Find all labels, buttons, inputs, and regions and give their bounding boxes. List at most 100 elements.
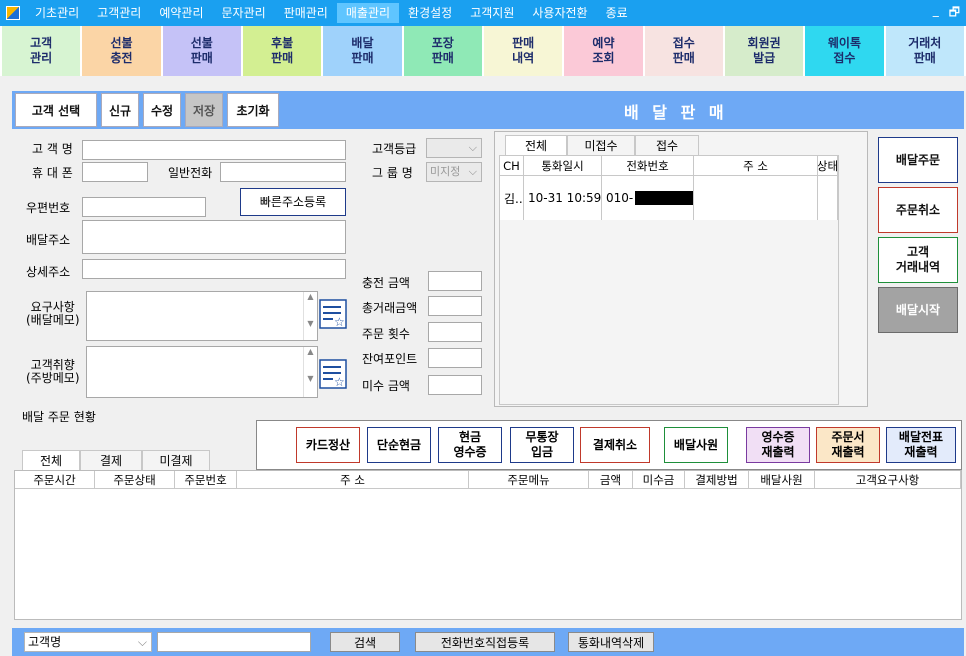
phone-input[interactable] xyxy=(220,162,346,182)
request-scrollbar[interactable]: ▲ ▼ xyxy=(303,292,317,340)
select-customer-button[interactable]: 고객 선택 xyxy=(15,93,97,127)
quick-tile[interactable]: 배달 판매 xyxy=(323,26,402,76)
svg-text:☆: ☆ xyxy=(334,315,345,329)
order-action-button[interactable]: 영수증 재출력 xyxy=(746,427,810,463)
points-value xyxy=(428,348,482,368)
column-header: 주 소 xyxy=(237,471,469,488)
quick-tile[interactable]: 거래처 판매 xyxy=(885,26,964,76)
order-action-button[interactable]: 무통장 입금 xyxy=(510,427,574,463)
order-action-button[interactable]: 단순현금 xyxy=(367,427,431,463)
preference-scrollbar[interactable]: ▲ ▼ xyxy=(303,347,317,397)
quick-tile[interactable]: 웨이톡 접수 xyxy=(805,26,884,76)
column-header: 주 소 xyxy=(694,156,818,175)
menu-item[interactable]: 사용자전환 xyxy=(523,3,596,23)
edit-button[interactable]: 수정 xyxy=(143,93,181,127)
quick-tile[interactable]: 고객 관리 xyxy=(2,26,81,76)
menu-item[interactable]: 환경설정 xyxy=(399,3,461,23)
menu-item[interactable]: 예약관리 xyxy=(150,3,212,23)
column-header: 전화번호 xyxy=(602,156,694,175)
mobile-input[interactable] xyxy=(82,162,148,182)
order-action-button[interactable]: 배달사원 xyxy=(664,427,728,463)
search-button[interactable]: 검색 xyxy=(330,632,400,652)
customer-name-label: 고 객 명 xyxy=(32,142,73,156)
call-list-panel: 전체미접수접수 CH통화일시전화번호주 소상태 김...10-31 10:59 0… xyxy=(494,131,868,407)
page-title: 배 달 판 매 xyxy=(624,103,728,122)
header-bar: 고객 선택 신규 수정 저장 초기화 배 달 판 매 xyxy=(12,91,964,129)
minimize-icon[interactable]: _ xyxy=(933,3,939,24)
quick-tile[interactable]: 포장 판매 xyxy=(403,26,482,76)
memo-add-icon[interactable]: ☆ xyxy=(319,359,347,389)
memo-add-icon[interactable]: ☆ xyxy=(319,299,347,329)
quick-tile[interactable]: 선불 충전 xyxy=(82,26,161,76)
menu-item[interactable]: 종료 xyxy=(597,3,637,23)
request-label: 요구사항 (배달메모) xyxy=(26,300,80,327)
delete-call-history-button[interactable]: 통화내역삭제 xyxy=(568,632,654,652)
column-header: CH xyxy=(500,156,524,175)
column-header: 배달사원 xyxy=(749,471,815,488)
order-action-button[interactable]: 배달전표 재출력 xyxy=(886,427,956,463)
menu-item[interactable]: 판매관리 xyxy=(275,3,337,23)
column-header: 고객요구사항 xyxy=(815,471,961,488)
points-label: 잔여포인트 xyxy=(362,352,418,366)
menu-item[interactable]: 문자관리 xyxy=(213,3,275,23)
quick-address-button[interactable]: 빠른주소등록 xyxy=(240,188,346,216)
menu-item[interactable]: 고객관리 xyxy=(88,3,150,23)
order-action-button[interactable]: 카드정산 xyxy=(296,427,360,463)
quick-tile[interactable]: 예약 조회 xyxy=(564,26,643,76)
phone-number: 010- xyxy=(606,191,634,205)
quick-tile[interactable]: 회원권 발급 xyxy=(724,26,804,76)
maximize-icon[interactable]: 🗗 xyxy=(949,3,960,24)
order-grid: 주문시간 주문상태 주문번호 주 소 주문메뉴 금액 미수금 결제방법 배달사원 고객요구사항 xyxy=(14,470,962,620)
address-detail-input[interactable] xyxy=(82,259,346,279)
order-count-label: 주문 횟수 xyxy=(362,327,410,341)
call-grid-header: CH 통화일시 전화번호 주 소 상태 xyxy=(500,156,838,176)
menu-bar: 기초관리 고객관리 예약관리 문자관리 판매관리 매출관리 환경설정 고객지원 사용자전환 종료 … xyxy=(0,0,966,26)
quick-tiles: 고객 관리 선불 충전 선불 판매 후불 판매 배달 판매 포장 판매 판매 내역 예약 조회… xyxy=(0,26,966,76)
redacted-block xyxy=(635,191,693,205)
quick-tile[interactable]: 후불 판매 xyxy=(242,26,322,76)
side-button[interactable]: 고객 거래내역 xyxy=(878,237,958,283)
menu-item[interactable]: 고객지원 xyxy=(461,3,523,23)
order-action-button[interactable]: 현금 영수증 xyxy=(438,427,502,463)
zip-input[interactable] xyxy=(82,197,206,217)
side-button[interactable]: 배달주문 xyxy=(878,137,958,183)
call-tab[interactable]: 전체 xyxy=(505,135,567,155)
menu-item[interactable]: 매출관리 xyxy=(336,3,400,23)
table-row[interactable]: 김...10-31 10:59 010- xyxy=(500,176,838,220)
new-button[interactable]: 신규 xyxy=(101,93,139,127)
save-button[interactable]: 저장 xyxy=(185,93,223,127)
preference-textarea[interactable]: ▲ ▼ xyxy=(86,346,318,398)
reset-button[interactable]: 초기화 xyxy=(227,93,279,127)
search-input[interactable] xyxy=(157,632,311,652)
column-header: 금액 xyxy=(589,471,633,488)
call-tab[interactable]: 미접수 xyxy=(567,135,635,155)
quick-tile[interactable]: 선불 판매 xyxy=(162,26,241,76)
order-action-button[interactable]: 주문서 재출력 xyxy=(816,427,880,463)
address-input[interactable] xyxy=(82,220,346,254)
order-tab[interactable]: 결제 xyxy=(80,450,142,470)
request-textarea[interactable]: ▲ ▼ xyxy=(86,291,318,341)
chevron-down-icon: ⌵ xyxy=(468,165,477,178)
order-action-button[interactable]: 결제취소 xyxy=(580,427,650,463)
grade-select[interactable]: ⌵ xyxy=(426,138,482,158)
quick-tile[interactable]: 판매 내역 xyxy=(483,26,563,76)
direct-register-button[interactable]: 전화번호직접등록 xyxy=(415,632,555,652)
search-field-value: 고객명 xyxy=(28,635,62,649)
order-tab[interactable]: 미결제 xyxy=(142,450,210,470)
customer-name-input[interactable] xyxy=(82,140,346,160)
app-icon xyxy=(6,6,20,20)
call-tab[interactable]: 접수 xyxy=(635,135,699,155)
side-button[interactable]: 주문취소 xyxy=(878,187,958,233)
column-header: 통화일시 xyxy=(524,156,602,175)
column-header: 상태 xyxy=(818,156,838,175)
order-tab[interactable]: 전체 xyxy=(22,450,80,470)
group-select-value: 미지정 xyxy=(430,165,461,178)
charge-value xyxy=(428,271,482,291)
quick-tile[interactable]: 접수 판매 xyxy=(644,26,723,76)
group-select[interactable]: 미지정 ⌵ xyxy=(426,162,482,182)
column-header: 주문메뉴 xyxy=(469,471,589,488)
mobile-label: 휴 대 폰 xyxy=(32,166,73,180)
menu-item[interactable]: 기초관리 xyxy=(26,3,88,23)
search-field-select[interactable]: 고객명 ⌵ xyxy=(24,632,152,652)
side-button[interactable]: 배달시작 xyxy=(878,287,958,333)
